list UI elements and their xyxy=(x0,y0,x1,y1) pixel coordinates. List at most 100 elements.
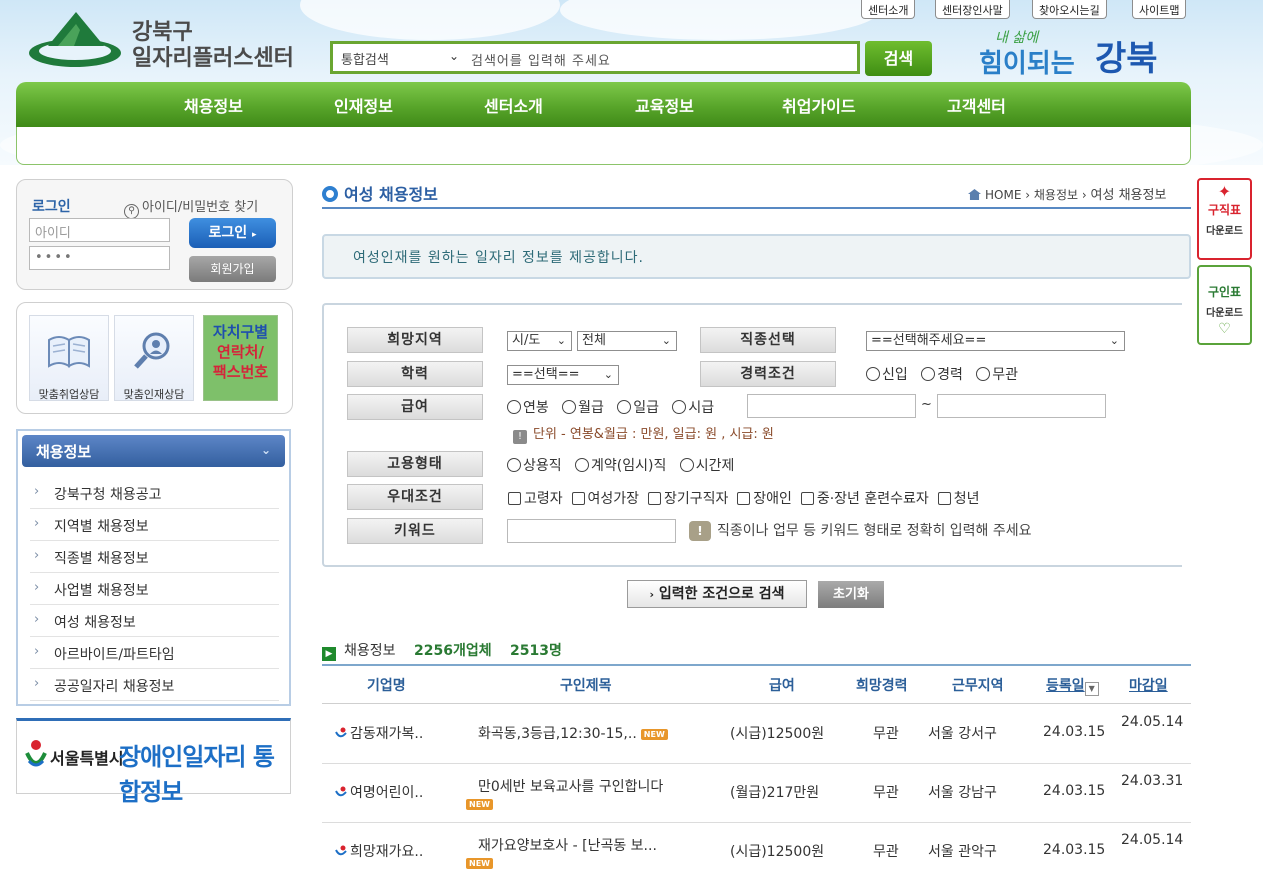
quick-talent-consult[interactable]: 맞춤인재상담 xyxy=(114,315,194,401)
arrow-right-icon: ▶ xyxy=(322,647,336,661)
search-input[interactable]: 검색어를 입력해 주세요 xyxy=(471,50,611,69)
page-title: 여성 채용정보 xyxy=(322,181,438,205)
join-button[interactable]: 회원가입 xyxy=(189,256,276,282)
side-menu-item-public[interactable]: › 공공일자리 채용정보 xyxy=(30,669,279,701)
id-input[interactable]: 아이디 xyxy=(29,218,170,242)
sort-down-icon: ▼ xyxy=(1084,682,1099,696)
cell-title[interactable]: 화곡동,3등급,12:30-15,.. NEW xyxy=(478,723,668,743)
nav-item-guide[interactable]: 취업가이드 xyxy=(782,93,856,117)
region-label: 희망지역 xyxy=(347,327,483,353)
job-category-select[interactable]: ==선택해주세요== ⌄ xyxy=(866,331,1125,351)
password-input[interactable]: •••• xyxy=(29,246,170,270)
breadcrumb-current: 여성 채용정보 xyxy=(1090,188,1167,203)
side-menu-title[interactable]: 채용정보 ⌄ xyxy=(22,435,285,467)
cell-deadline: 24.03.31 xyxy=(1121,773,1184,789)
reset-button[interactable]: 초기화 xyxy=(818,581,884,608)
salary-radio-daily[interactable]: 일급 xyxy=(617,400,659,416)
chevron-right-icon: › xyxy=(34,548,40,563)
table-row[interactable]: 감동재가복.. 화곡동,3등급,12:30-15,.. NEW (시급)12500… xyxy=(322,705,1191,764)
circle-bullet-icon xyxy=(322,186,338,202)
chevron-right-icon: › xyxy=(34,580,40,595)
job-offer-form-download[interactable]: 구인표 다운로드 ♡ xyxy=(1197,265,1252,345)
cell-title[interactable]: 재가요양보호사 - [난곡동 보... NEW xyxy=(466,835,657,871)
column-registered-sort[interactable]: 등록일 ▼ xyxy=(1046,675,1099,696)
quick-job-consult[interactable]: 맞춤취업상담 xyxy=(29,315,109,401)
company-mark-icon xyxy=(334,785,348,799)
company-count: 2256개업체 xyxy=(413,643,492,659)
nav-item-jobs[interactable]: 채용정보 xyxy=(184,93,243,117)
pref-checkbox-long-term[interactable]: 장기구직자 xyxy=(647,491,729,507)
slogan-logo: 힘이되는 강북 내 삶에 xyxy=(979,30,1158,79)
util-link-center-intro[interactable]: 센터소개 xyxy=(861,0,916,19)
heart-icon: ♡ xyxy=(1218,321,1231,337)
education-select[interactable]: ==선택== ⌄ xyxy=(507,365,619,385)
radio-icon xyxy=(976,367,991,381)
cell-title[interactable]: 만0세반 보육교사를 구인합니다 NEW xyxy=(466,776,663,812)
career-radio-new[interactable]: 신입 xyxy=(866,367,908,383)
column-deadline-sort[interactable]: 마감일 xyxy=(1129,675,1168,695)
salary-radio-annual[interactable]: 연봉 xyxy=(507,400,549,416)
util-link-directions[interactable]: 찾아오시는길 xyxy=(1032,0,1107,19)
job-seeker-form-download[interactable]: ✦ 구직표 다운로드 xyxy=(1197,178,1252,260)
side-menu: 채용정보 ⌄ › 강북구청 채용공고 › 지역별 채용정보 › 직종별 채용정보 › 사… xyxy=(16,429,291,706)
new-badge: NEW xyxy=(640,729,668,740)
util-link-greeting[interactable]: 센터장인사말 xyxy=(935,0,1010,19)
search-conditions-button[interactable]: › 입력한 조건으로 검색 xyxy=(627,580,807,608)
pref-checkbox-disabled[interactable]: 장애인 xyxy=(737,491,792,507)
intro-box: 여성인재를 원하는 일자리 정보를 제공합니다. xyxy=(322,234,1191,279)
breadcrumb-jobs[interactable]: 채용정보 xyxy=(1034,188,1078,202)
side-menu-item-label: 여성 채용정보 xyxy=(54,615,136,631)
side-menu-item-region[interactable]: › 지역별 채용정보 xyxy=(30,509,279,541)
table-row[interactable]: 여명어린이.. 만0세반 보육교사를 구인합니다 NEW (월급)217만원 무관… xyxy=(322,764,1191,823)
pref-checkbox-youth[interactable]: 청년 xyxy=(937,491,979,507)
nav-item-center[interactable]: 센터소개 xyxy=(484,93,543,117)
region-gu-select[interactable]: 전체 ⌄ xyxy=(577,331,677,351)
nav-item-talent[interactable]: 인재정보 xyxy=(334,93,393,117)
job-title: 화곡동,3등급,12:30-15,.. xyxy=(478,726,637,742)
side-menu-item-parttime[interactable]: › 아르바이트/파트타임 xyxy=(30,637,279,669)
salary-radio-monthly[interactable]: 월급 xyxy=(562,400,604,416)
chevron-down-icon: ⌄ xyxy=(661,334,671,347)
salary-max-input[interactable] xyxy=(937,394,1106,418)
seoul-disability-jobs-banner[interactable]: 서울특별시 장애인일자리 통합정보 xyxy=(16,718,291,806)
cell-company[interactable]: 희망재가요.. xyxy=(334,841,423,861)
salary-min-input[interactable] xyxy=(747,394,916,418)
util-link-sitemap[interactable]: 사이트맵 xyxy=(1132,0,1187,19)
checkbox-icon xyxy=(571,492,585,505)
cell-company[interactable]: 여명어린이.. xyxy=(334,782,423,802)
pref-checkbox-label: 장기구직자 xyxy=(663,491,729,507)
career-radio-any[interactable]: 무관 xyxy=(976,367,1018,383)
district-contacts-link[interactable]: 자치구별 연락처/ 팩스번호 xyxy=(203,315,278,401)
find-account-link[interactable]: ⚲ 아이디/비밀번호 찾기 xyxy=(124,196,258,219)
side-menu-item-occupation[interactable]: › 직종별 채용정보 xyxy=(30,541,279,573)
breadcrumb-home[interactable]: HOME xyxy=(985,188,1021,202)
chevron-down-icon: ⌄ xyxy=(556,334,566,347)
nav-item-education[interactable]: 교육정보 xyxy=(635,93,694,117)
login-button[interactable]: 로그인 ▸ xyxy=(189,218,276,248)
side-menu-item-women[interactable]: › 여성 채용정보 xyxy=(30,605,279,637)
career-radios: 신입 경력 무관 xyxy=(866,364,1018,384)
side-menu-item-label: 직종별 채용정보 xyxy=(54,551,149,567)
salary-radio-hourly[interactable]: 시급 xyxy=(672,400,714,416)
site-logo[interactable]: 강북구 일자리플러스센터 xyxy=(28,8,298,71)
region-sido-select[interactable]: 시/도 ⌄ xyxy=(507,331,572,351)
salary-tilde: ~ xyxy=(921,397,932,412)
pref-checkbox-elderly[interactable]: 고령자 xyxy=(508,491,563,507)
salary-radios: 연봉 월급 일급 시급 xyxy=(507,397,714,417)
nav-item-support[interactable]: 고객센터 xyxy=(947,93,1006,117)
side-menu-item-label: 아르바이트/파트타임 xyxy=(54,647,175,663)
employ-radio-parttime[interactable]: 시간제 xyxy=(679,458,734,474)
employ-radio-contract[interactable]: 계약(임시)직 xyxy=(575,458,666,474)
career-radio-experienced[interactable]: 경력 xyxy=(921,367,963,383)
cell-company[interactable]: 감동재가복.. xyxy=(334,723,423,743)
search-category-select[interactable]: 통합검색 ⌄ xyxy=(341,49,461,68)
pref-checkbox-female-head[interactable]: 여성가장 xyxy=(571,491,639,507)
search-button[interactable]: 검색 xyxy=(865,41,932,76)
table-row[interactable]: 희망재가요.. 재가요양보호사 - [난곡동 보... NEW (시급)12500… xyxy=(322,823,1191,876)
pref-checkbox-middle-aged[interactable]: 중·장년 훈련수료자 xyxy=(800,491,929,507)
title-divider xyxy=(322,207,1191,209)
keyword-input[interactable] xyxy=(507,519,676,543)
employ-radio-regular[interactable]: 상용직 xyxy=(507,458,562,474)
side-menu-item-business[interactable]: › 사업별 채용정보 xyxy=(30,573,279,605)
side-menu-item-gu-office[interactable]: › 강북구청 채용공고 xyxy=(30,477,279,509)
